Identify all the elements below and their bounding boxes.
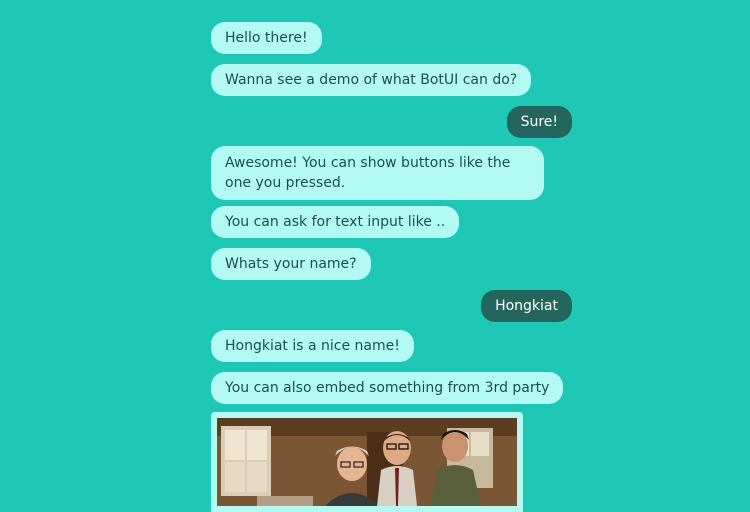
bot-message: Hello there! [211,22,322,54]
bot-message: You can ask for text input like .. [211,206,460,238]
embed-card [211,412,523,512]
bot-message: Awesome! You can show buttons like the o… [211,146,544,200]
bot-message: Wanna see a demo of what BotUI can do? [211,64,532,96]
embedded-video[interactable] [217,418,517,506]
human-message: Sure! [506,106,572,138]
chat-container: Hello there! Wanna see a demo of what Bo… [0,0,750,512]
bot-message: Whats your name? [211,248,371,280]
bot-message: Hongkiat is a nice name! [211,330,414,362]
bot-message: You can also embed something from 3rd pa… [211,372,564,404]
human-message: Hongkiat [481,290,572,322]
video-frame-image [217,418,517,506]
